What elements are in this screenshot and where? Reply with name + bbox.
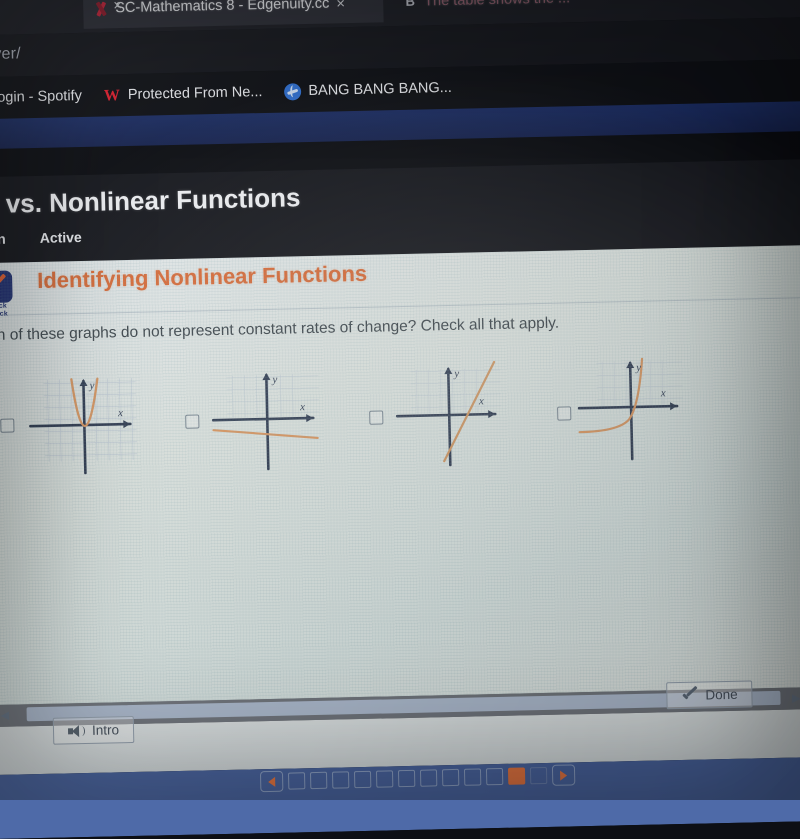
pagination-box[interactable] bbox=[375, 770, 394, 788]
pagination-controls bbox=[259, 764, 576, 793]
option-3-graph: y x bbox=[382, 356, 515, 477]
checkmark-icon bbox=[681, 689, 697, 702]
option-2-checkbox[interactable] bbox=[185, 414, 200, 429]
tab-active[interactable]: Active bbox=[40, 229, 82, 246]
screen-photo: SC-Mathematics 8 - Edgenuity.cc × B The … bbox=[0, 0, 800, 839]
answer-options-row: y x y x y x y x bbox=[0, 349, 800, 518]
quick-check-badge: Quick Check bbox=[0, 270, 14, 319]
pagination-next-button[interactable] bbox=[551, 764, 576, 786]
pagination-box[interactable] bbox=[353, 770, 372, 789]
chevron-right-icon bbox=[560, 770, 568, 781]
bookmark-label: BANG BANG BANG... bbox=[308, 79, 452, 100]
option-4[interactable]: y x bbox=[556, 352, 703, 473]
bookmark-protected-from-ne[interactable]: W Protected From Ne... bbox=[103, 84, 263, 104]
pagination-box[interactable] bbox=[331, 771, 350, 789]
done-button[interactable]: Done bbox=[666, 680, 753, 710]
lesson-tab-bar: ruction Active bbox=[0, 229, 82, 248]
b-favicon: B bbox=[405, 0, 416, 9]
option-1-y-label: y bbox=[88, 380, 94, 392]
check-icon bbox=[0, 270, 13, 304]
edgenuity-favicon bbox=[93, 1, 108, 16]
page-title: ear vs. Nonlinear Functions bbox=[0, 182, 301, 219]
option-4-graph: y x bbox=[570, 352, 703, 473]
option-4-y-label: y bbox=[635, 362, 641, 374]
browser-tab-2[interactable]: B The table shows the ... bbox=[393, 0, 624, 22]
option-3-y-label: y bbox=[453, 368, 459, 380]
option-1-x-label: x bbox=[117, 407, 123, 419]
pagination-box-current[interactable] bbox=[507, 767, 526, 785]
browser-tab-2-title: The table shows the ... bbox=[424, 0, 570, 9]
done-button-label: Done bbox=[705, 686, 738, 703]
w-icon: W bbox=[103, 86, 121, 104]
intro-button-label: Intro bbox=[91, 722, 120, 738]
pagination-box[interactable] bbox=[287, 772, 306, 790]
header-divider bbox=[0, 296, 800, 317]
option-2-x-label: x bbox=[299, 401, 305, 413]
pagination-box[interactable] bbox=[309, 771, 328, 790]
pagination-box-dim[interactable] bbox=[529, 766, 548, 785]
bookmark-bang-bang-bang[interactable]: BANG BANG BANG... bbox=[284, 79, 452, 101]
option-2-graph: y x bbox=[198, 360, 331, 481]
option-2-y-label: y bbox=[271, 374, 277, 386]
browser-tab-1-close-icon[interactable]: × bbox=[336, 0, 345, 12]
pagination-box[interactable] bbox=[397, 769, 416, 788]
option-2[interactable]: y x bbox=[184, 360, 331, 481]
pagination-box[interactable] bbox=[463, 768, 482, 786]
option-3-checkbox[interactable] bbox=[369, 410, 384, 425]
tab-instruction[interactable]: ruction bbox=[0, 231, 6, 248]
option-3-x-label: x bbox=[478, 395, 484, 407]
globe-icon bbox=[284, 82, 302, 101]
lesson-content: Quick Check Identifying Nonlinear Functi… bbox=[0, 244, 800, 706]
section-title: Identifying Nonlinear Functions bbox=[36, 260, 368, 293]
scroll-right-arrow-icon[interactable]: ▶ bbox=[792, 691, 800, 704]
tab-close-icon-left[interactable]: × bbox=[113, 0, 122, 14]
bookmark-label: Protected From Ne... bbox=[127, 84, 263, 103]
pagination-box[interactable] bbox=[419, 769, 438, 787]
pagination-prev-button[interactable] bbox=[259, 770, 284, 793]
pagination-box[interactable] bbox=[441, 768, 460, 787]
speaker-icon bbox=[68, 724, 86, 738]
option-4-checkbox[interactable] bbox=[557, 406, 572, 421]
option-1-graph: y x bbox=[13, 364, 146, 485]
option-3[interactable]: y x bbox=[368, 356, 515, 477]
question-text: Which of these graphs do not represent c… bbox=[0, 314, 560, 345]
bookmark-login-spotify[interactable]: Login - Spotify bbox=[0, 88, 82, 106]
intro-button[interactable]: Intro bbox=[52, 715, 135, 745]
option-1[interactable]: y x bbox=[0, 364, 146, 485]
option-4-x-label: x bbox=[660, 387, 666, 399]
scroll-left-arrow-icon[interactable]: ◀ bbox=[1, 709, 10, 722]
browser-tab-1[interactable]: SC-Mathematics 8 - Edgenuity.cc × bbox=[82, 0, 384, 29]
pagination-box[interactable] bbox=[485, 767, 504, 786]
url-text: ayer/ bbox=[0, 45, 22, 64]
bookmark-label: Login - Spotify bbox=[0, 87, 83, 106]
option-1-checkbox[interactable] bbox=[0, 418, 15, 433]
browser-tab-1-title: SC-Mathematics 8 - Edgenuity.cc bbox=[115, 0, 330, 17]
chevron-left-icon bbox=[268, 776, 276, 787]
